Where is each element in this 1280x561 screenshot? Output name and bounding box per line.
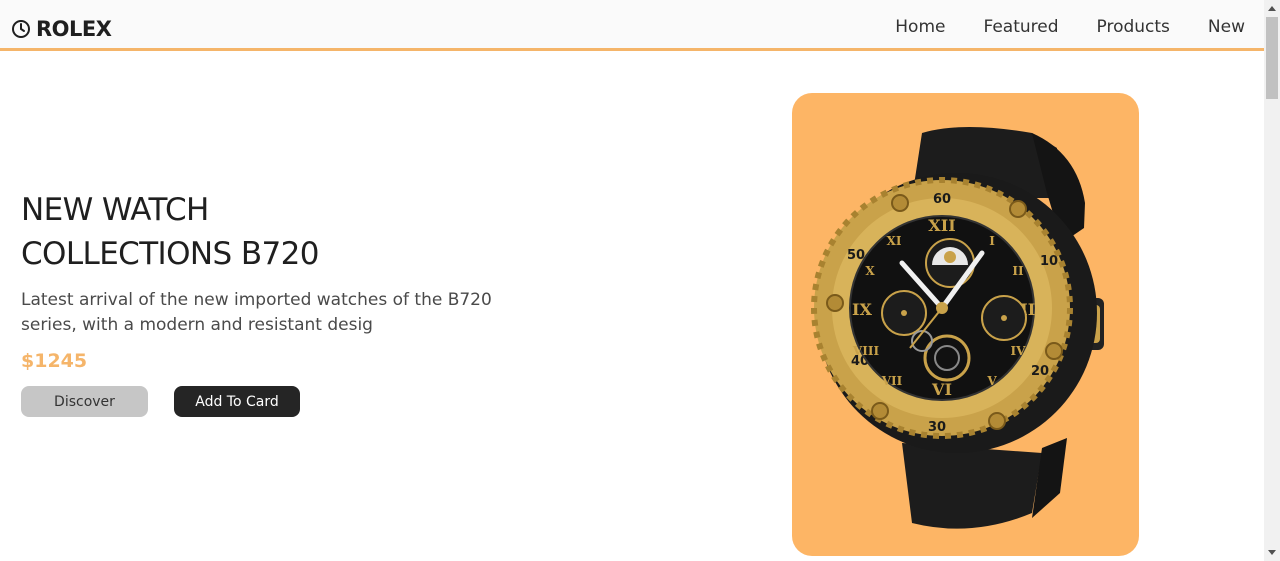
svg-text:V: V (986, 374, 997, 388)
site-header: ROLEX Home Featured Products New (0, 0, 1264, 51)
scroll-thumb[interactable] (1266, 17, 1278, 99)
svg-text:30: 30 (928, 420, 946, 435)
svg-text:I: I (989, 234, 995, 248)
svg-text:XI: XI (887, 234, 902, 248)
add-to-card-button[interactable]: Add To Card (174, 386, 300, 417)
hero-section: NEW WATCH COLLECTIONS B720 Latest arriva… (21, 188, 541, 417)
logo-text: ROLEX (36, 17, 112, 41)
logo[interactable]: ROLEX (11, 14, 112, 44)
svg-text:X: X (865, 264, 875, 278)
discover-button[interactable]: Discover (21, 386, 148, 417)
nav-products[interactable]: Products (1097, 14, 1170, 40)
hero-description: Latest arrival of the new imported watch… (21, 290, 492, 335)
main-nav: Home Featured Products New (876, 14, 1264, 40)
nav-new[interactable]: New (1208, 14, 1245, 40)
product-image-card: 60 10 50 40 20 30 XII III VI IX I II IV … (792, 93, 1139, 556)
svg-text:VI: VI (931, 380, 952, 399)
hero-price: $1245 (21, 350, 88, 372)
svg-text:10: 10 (1040, 254, 1058, 269)
svg-text:IX: IX (852, 300, 872, 319)
vertical-scrollbar[interactable] (1264, 0, 1280, 561)
hero-actions: Discover Add To Card (21, 386, 541, 417)
svg-text:VIII: VIII (852, 344, 880, 358)
svg-text:60: 60 (933, 192, 951, 207)
scroll-up-icon[interactable] (1268, 6, 1276, 11)
nav-home[interactable]: Home (895, 14, 945, 40)
svg-text:XII: XII (928, 216, 955, 235)
clock-icon (12, 20, 30, 38)
svg-text:VII: VII (881, 374, 903, 388)
svg-text:IV: IV (1011, 344, 1027, 358)
nav-featured[interactable]: Featured (983, 14, 1058, 40)
scroll-down-icon[interactable] (1268, 550, 1276, 555)
watch-image: 60 10 50 40 20 30 XII III VI IX I II IV … (811, 127, 1104, 529)
hero-title: NEW WATCH COLLECTIONS B720 (21, 192, 319, 272)
svg-text:II: II (1012, 264, 1024, 278)
svg-text:20: 20 (1031, 364, 1049, 379)
